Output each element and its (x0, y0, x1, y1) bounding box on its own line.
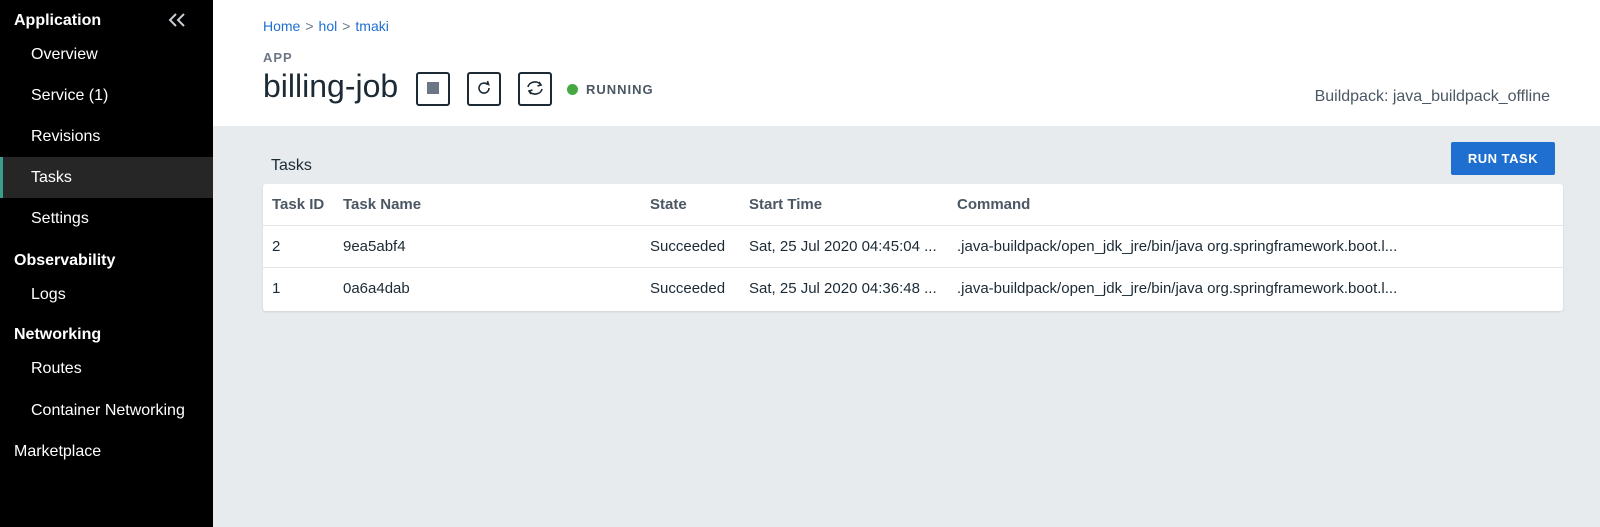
double-chevron-left-icon[interactable] (165, 10, 189, 30)
section-observability: Observability (14, 252, 116, 269)
task-id-cell: 2 (272, 238, 281, 255)
status-badge: RUNNING (567, 82, 654, 97)
task-id-cell: 1 (272, 280, 281, 297)
restart-button[interactable] (467, 72, 501, 106)
table-header-row: Task ID Task Name State Start Time Comma… (263, 184, 1563, 226)
breadcrumb-separator: > (305, 18, 314, 34)
section-networking: Networking (14, 326, 102, 343)
sidebar-item-routes[interactable]: Routes (0, 348, 213, 389)
buildpack-info: Buildpack: java_buildpack_offline (1314, 88, 1550, 105)
run-task-button[interactable]: RUN TASK (1451, 142, 1555, 175)
task-state-cell: Succeeded (650, 280, 726, 297)
sidebar-item-service[interactable]: Service (1) (0, 75, 213, 116)
column-header-task-name[interactable]: Task Name (343, 184, 421, 226)
task-command-cell: .java-buildpack/open_jdk_jre/bin/java or… (957, 238, 1398, 255)
table-row[interactable]: 2 9ea5abf4 Succeeded Sat, 25 Jul 2020 04… (263, 226, 1563, 268)
app-header: Home > hol > tmaki APP billing-job RUNNING B… (213, 0, 1600, 126)
table-row[interactable]: 1 0a6a4dab Succeeded Sat, 25 Jul 2020 04… (263, 268, 1563, 310)
sidebar: Application Overview Service (1) Revisio… (0, 0, 213, 527)
breadcrumb-separator: > (342, 18, 351, 34)
restage-icon (525, 79, 545, 100)
task-name-cell: 9ea5abf4 (343, 238, 406, 255)
breadcrumb-space[interactable]: tmaki (355, 18, 388, 34)
breadcrumb: Home > hol > tmaki (263, 18, 389, 34)
task-state-cell: Succeeded (650, 238, 726, 255)
task-start-time-cell: Sat, 25 Jul 2020 04:45:04 ... (749, 238, 937, 255)
tasks-title: Tasks (271, 157, 312, 174)
page-title: billing-job (263, 68, 399, 104)
column-header-state[interactable]: State (650, 184, 687, 226)
sidebar-item-revisions[interactable]: Revisions (0, 116, 213, 157)
restage-button[interactable] (518, 72, 552, 106)
sidebar-item-settings[interactable]: Settings (0, 198, 213, 239)
status-dot-icon (567, 84, 578, 95)
sidebar-item-overview[interactable]: Overview (0, 34, 213, 75)
app-type-label: APP (263, 50, 293, 65)
sidebar-item-logs[interactable]: Logs (0, 274, 213, 315)
task-command-cell: .java-buildpack/open_jdk_jre/bin/java or… (957, 280, 1398, 297)
sidebar-item-marketplace[interactable]: Marketplace (14, 443, 101, 461)
sidebar-item-tasks[interactable]: Tasks (0, 157, 213, 198)
restart-icon (475, 79, 493, 100)
section-application: Application (14, 12, 102, 29)
column-header-start-time[interactable]: Start Time (749, 184, 822, 226)
task-start-time-cell: Sat, 25 Jul 2020 04:36:48 ... (749, 280, 937, 297)
sidebar-item-container-networking[interactable]: Container Networking (0, 390, 213, 431)
column-header-task-id[interactable]: Task ID (272, 184, 324, 226)
breadcrumb-home[interactable]: Home (263, 18, 300, 34)
task-name-cell: 0a6a4dab (343, 280, 410, 297)
breadcrumb-org[interactable]: hol (319, 18, 338, 34)
tasks-table: Task ID Task Name State Start Time Comma… (263, 184, 1563, 311)
status-text: RUNNING (586, 82, 654, 97)
stop-button[interactable] (416, 72, 450, 106)
stop-icon (426, 81, 440, 98)
column-header-command[interactable]: Command (957, 184, 1030, 226)
